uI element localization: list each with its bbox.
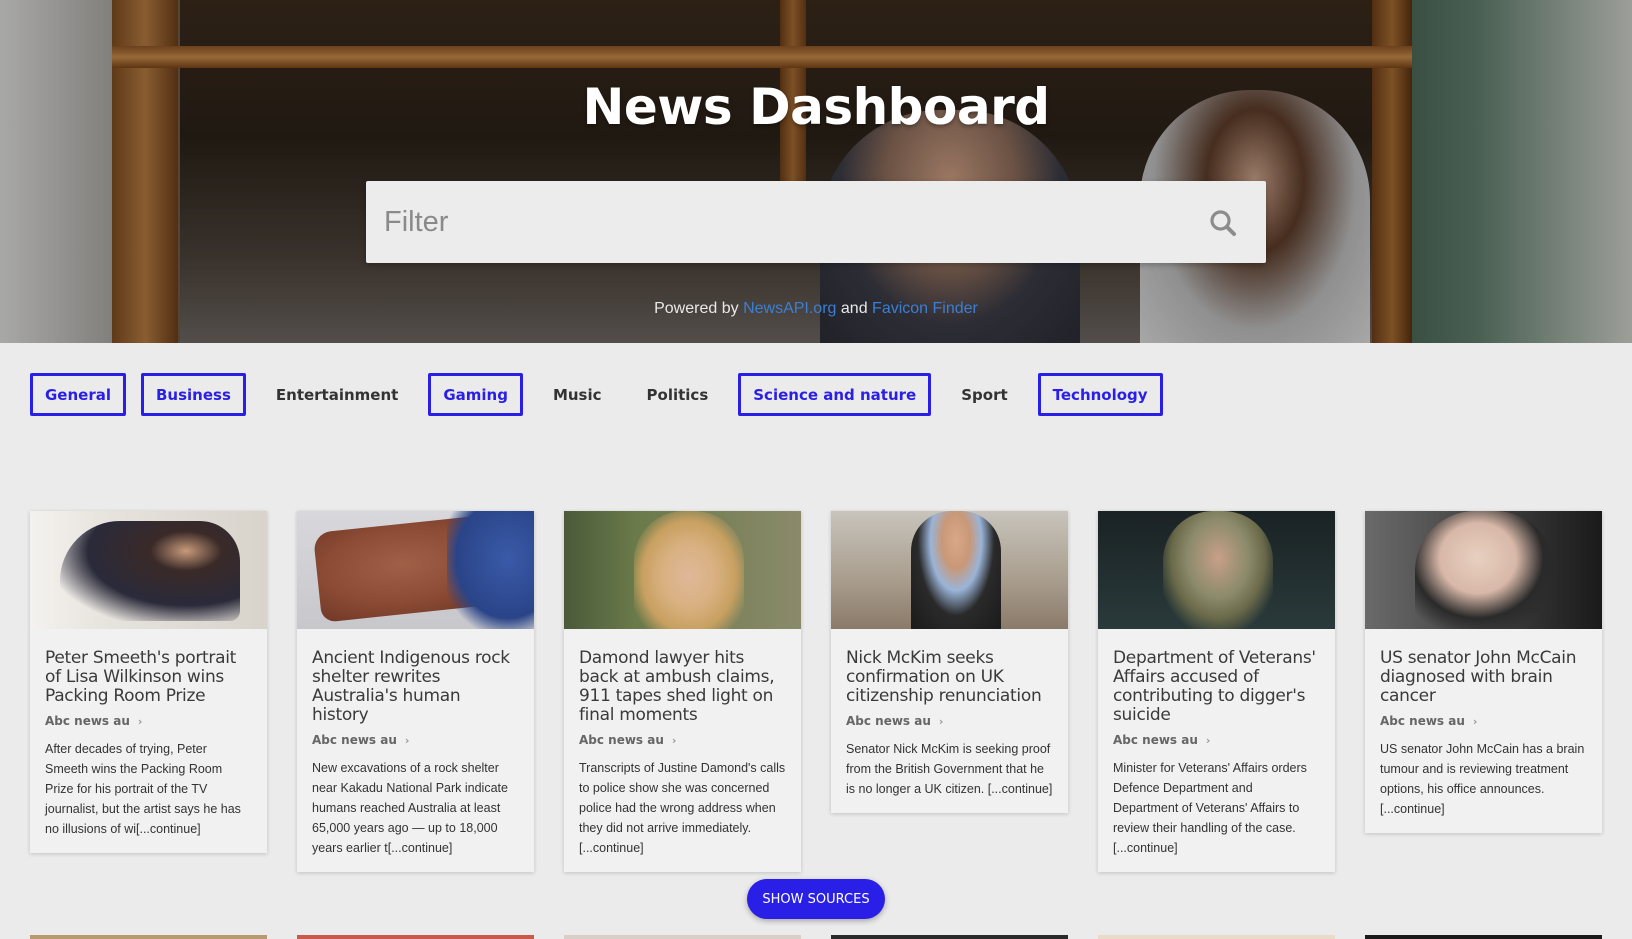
chevron-right-icon: › [671, 734, 677, 747]
news-card[interactable]: US senator John McCain diagnosed with br… [1365, 511, 1602, 833]
news-card[interactable]: Damond lawyer hits back at ambush claims… [564, 511, 801, 872]
news-card-source[interactable]: Abc news au › [45, 714, 252, 728]
hero-banner [0, 0, 1632, 343]
news-card-image[interactable] [1365, 511, 1602, 629]
category-politics[interactable]: Politics [632, 373, 724, 416]
chevron-right-icon: › [137, 715, 143, 728]
news-card-image[interactable] [297, 511, 534, 629]
news-card-description: Transcripts of Justine Damond's calls to… [579, 761, 786, 855]
category-music[interactable]: Music [538, 373, 617, 416]
news-card-source[interactable]: Abc news au › [846, 714, 1053, 728]
news-card-image[interactable] [30, 511, 267, 629]
filter-search-box[interactable] [366, 181, 1266, 263]
search-icon[interactable] [1208, 208, 1238, 238]
news-card-description: US senator John McCain has a brain tumou… [1380, 742, 1585, 816]
category-general[interactable]: General [30, 373, 126, 416]
news-card[interactable]: Ancient Indigenous rock shelter rewrites… [297, 511, 534, 872]
news-card-title[interactable]: Nick McKim seeks confirmation on UK citi… [846, 649, 1053, 706]
category-sport[interactable]: Sport [946, 373, 1022, 416]
powered-by-text: Powered by NewsAPI.org and Favicon Finde… [654, 300, 978, 317]
show-sources-button[interactable]: SHOW SOURCES [747, 879, 885, 919]
news-card-description: New excavations of a rock shelter near K… [312, 761, 508, 855]
news-card-title[interactable]: US senator John McCain diagnosed with br… [1380, 649, 1587, 706]
news-card-source[interactable]: Abc news au › [312, 733, 519, 747]
news-card[interactable]: Department of Veterans' Affairs accused … [1098, 511, 1335, 872]
favicon-finder-link[interactable]: Favicon Finder [872, 300, 978, 317]
chevron-right-icon: › [1205, 734, 1211, 747]
news-card-source[interactable]: Abc news au › [579, 733, 786, 747]
news-card-title[interactable]: Ancient Indigenous rock shelter rewrites… [312, 649, 519, 725]
news-card-description: Minister for Veterans' Affairs orders De… [1113, 761, 1307, 855]
news-card-description: Senator Nick McKim is seeking proof from… [846, 742, 1053, 796]
chevron-right-icon: › [1472, 715, 1478, 728]
news-card[interactable]: Peter Smeeth's portrait of Lisa Wilkinso… [30, 511, 267, 853]
news-card-image[interactable] [1098, 511, 1335, 629]
news-card-title[interactable]: Damond lawyer hits back at ambush claims… [579, 649, 786, 725]
news-card-source[interactable]: Abc news au › [1113, 733, 1320, 747]
news-card-image[interactable] [831, 511, 1068, 629]
category-gaming[interactable]: Gaming [428, 373, 523, 416]
category-business[interactable]: Business [141, 373, 246, 416]
news-card-title[interactable]: Peter Smeeth's portrait of Lisa Wilkinso… [45, 649, 252, 706]
chevron-right-icon: › [938, 715, 944, 728]
news-card-image[interactable] [564, 511, 801, 629]
category-science-and-nature[interactable]: Science and nature [738, 373, 932, 416]
news-card-source[interactable]: Abc news au › [1380, 714, 1587, 728]
news-card-description: After decades of trying, Peter Smeeth wi… [45, 742, 241, 836]
page-title: News Dashboard [582, 78, 1050, 136]
category-technology[interactable]: Technology [1037, 373, 1163, 416]
filter-input[interactable] [384, 181, 1184, 263]
news-card-title[interactable]: Department of Veterans' Affairs accused … [1113, 649, 1320, 725]
category-filter-bar: General Business Entertainment Gaming Mu… [30, 373, 1178, 416]
newsapi-link[interactable]: NewsAPI.org [743, 300, 836, 317]
news-card[interactable]: Nick McKim seeks confirmation on UK citi… [831, 511, 1068, 813]
category-entertainment[interactable]: Entertainment [261, 373, 413, 416]
news-card-grid: Peter Smeeth's portrait of Lisa Wilkinso… [30, 511, 1606, 891]
chevron-right-icon: › [404, 734, 410, 747]
